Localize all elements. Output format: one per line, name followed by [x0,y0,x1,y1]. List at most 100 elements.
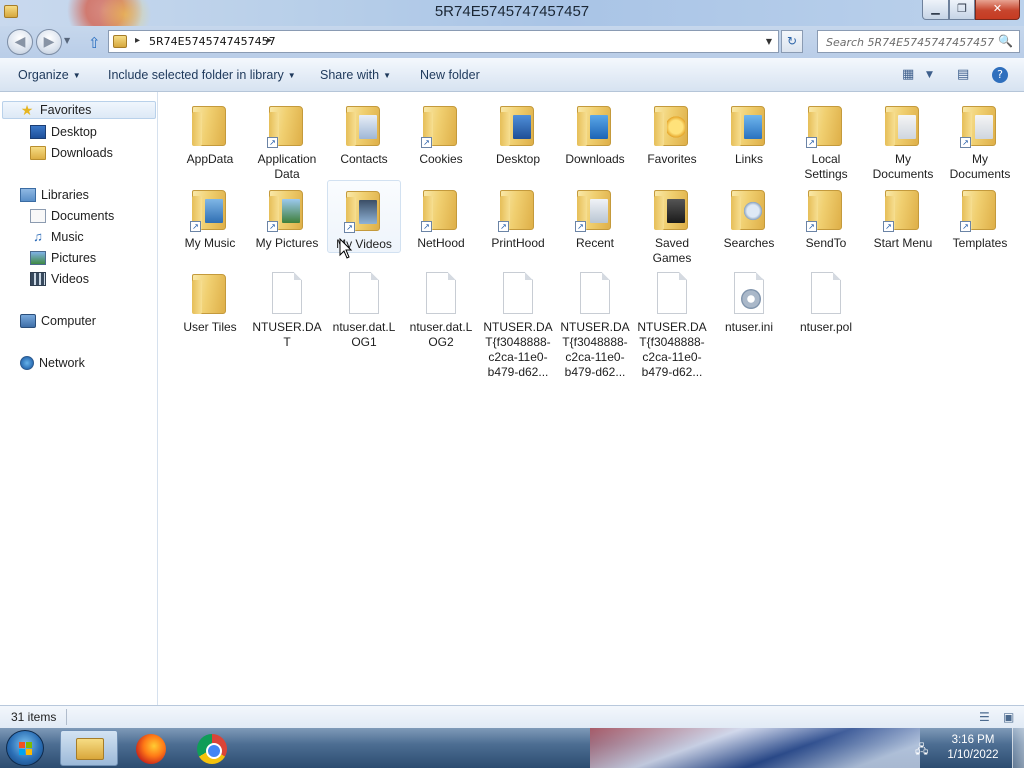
chrome-icon[interactable] [197,734,227,764]
folder-item[interactable]: ↗ NetHood [404,180,478,251]
folder-item[interactable]: ↗ My Documents [943,96,1017,182]
folder-item[interactable]: ↗ Cookies [404,96,478,167]
desktop-icon [30,125,46,139]
details-view-icon[interactable]: ☰ [979,710,990,724]
change-view-icon[interactable]: ▦ [902,67,914,82]
address-bar[interactable]: ▸ 5R74E5745747457457 ▸ ▼ [108,30,779,53]
chevron-right-icon[interactable]: ▸ [267,35,272,46]
shortcut-arrow-icon: ↗ [498,221,509,232]
search-input[interactable]: Search 5R74E5745747457457 🔍 [817,30,1020,53]
folder-item[interactable]: Desktop [481,96,555,167]
large-icons-view-icon[interactable]: ▣ [1003,710,1014,724]
folder-item[interactable]: ↗ My Music [173,180,247,251]
file-item[interactable]: NTUSER.DAT{f3048888-c2ca-11e0-b479-d62..… [558,264,632,380]
up-arrow-icon[interactable]: ⇧ [88,34,101,52]
nav-computer[interactable]: Computer [20,312,96,330]
breadcrumb-current[interactable]: 5R74E5745747457457 [149,35,276,48]
folder-item[interactable]: Links [712,96,786,167]
forward-button[interactable]: ▶ [36,29,62,55]
folder-icon: ↗ [575,186,615,232]
preview-pane-icon[interactable]: ▤ [957,67,969,82]
nav-downloads[interactable]: Downloads [30,144,113,162]
refresh-icon[interactable]: ↻ [781,30,803,53]
file-item[interactable]: NTUSER.DAT{f3048888-c2ca-11e0-b479-d62..… [481,264,555,380]
folder-shape-icon [731,190,765,230]
folder-shape-icon [500,106,534,146]
folder-item[interactable]: ↗ Templates [943,180,1017,251]
nav-libraries[interactable]: Libraries [20,186,89,204]
firefox-icon[interactable] [136,734,166,764]
nav-favorites[interactable]: ★ Favorites [2,101,156,119]
folder-item[interactable]: Saved Games [635,180,709,266]
shortcut-arrow-icon: ↗ [883,221,894,232]
minimize-button[interactable]: ▁ [922,0,949,20]
include-in-library-button[interactable]: Include selected folder in library ▼ [108,68,296,82]
folder-icon: ↗ [960,186,1000,232]
folder-item[interactable]: My Documents [866,96,940,182]
nav-label: Libraries [41,188,89,202]
folder-overlay-icon [898,115,916,139]
folder-item[interactable]: ↗ My Pictures [250,180,324,251]
folder-item[interactable]: ↗ SendTo [789,180,863,251]
file-icon [344,270,384,316]
maximize-button[interactable]: ❐ [949,0,975,20]
file-item[interactable]: NTUSER.DAT{f3048888-c2ca-11e0-b479-d62..… [635,264,709,380]
nav-label: Network [39,356,85,370]
new-folder-label: New folder [420,68,480,82]
file-item[interactable]: ntuser.dat.LOG1 [327,264,401,350]
folder-overlay-icon [667,199,685,223]
taskbar-explorer-button[interactable] [60,730,118,766]
nav-pictures[interactable]: Pictures [30,249,96,267]
folder-icon: ↗ [421,102,461,148]
folder-icon: ↗ [883,186,923,232]
folder-icon: ↗ [190,186,230,232]
folder-item[interactable]: Favorites [635,96,709,167]
help-icon[interactable]: ? [992,67,1008,83]
folder-item[interactable]: ↗ PrintHood [481,180,555,251]
folder-item[interactable]: User Tiles [173,264,247,335]
file-item[interactable]: ntuser.pol [789,264,863,335]
file-item[interactable]: ntuser.dat.LOG2 [404,264,478,350]
nav-videos[interactable]: Videos [30,270,89,288]
folder-item[interactable]: ↗ Start Menu [866,180,940,251]
folder-icon [575,102,615,148]
show-desktop-button[interactable] [1012,728,1024,768]
explorer-folder-icon [76,738,104,760]
new-folder-button[interactable]: New folder [420,68,480,82]
file-item[interactable]: NTUSER.DAT [250,264,324,350]
item-label: Desktop [495,152,541,166]
folder-item[interactable]: ↗ Recent [558,180,632,251]
organize-button[interactable]: Organize ▼ [18,68,81,82]
nav-network[interactable]: Network [20,354,85,372]
file-icon [806,270,846,316]
view-options-chevron-icon[interactable]: ▼ [926,70,933,80]
include-label: Include selected folder in library [108,68,284,82]
nav-documents[interactable]: Documents [30,207,114,225]
folder-item[interactable]: ↗ Application Data [250,96,324,182]
item-label: Start Menu [873,236,933,250]
file-item[interactable]: ntuser.ini [712,264,786,335]
folder-item[interactable]: AppData [173,96,247,167]
shortcut-arrow-icon: ↗ [421,137,432,148]
item-label: Recent [575,236,615,250]
shortcut-arrow-icon: ↗ [575,221,586,232]
folder-item[interactable]: Searches [712,180,786,251]
back-button[interactable]: ◀ [7,29,33,55]
document-icon [503,272,533,314]
search-icon[interactable]: 🔍 [998,34,1013,48]
folder-item[interactable]: Contacts [327,96,401,167]
nav-desktop[interactable]: Desktop [30,123,97,141]
folder-item[interactable]: Downloads [558,96,632,167]
nav-music[interactable]: ♫ Music [30,228,84,246]
recent-pages-chevron-icon[interactable]: ▼ [64,36,70,45]
clock-time: 3:16 PM [951,734,995,746]
start-button[interactable] [6,730,44,766]
document-icon [580,272,610,314]
folder-item[interactable]: ↗ Local Settings [789,96,863,182]
chevron-right-icon[interactable]: ▸ [135,35,140,46]
close-button[interactable]: ✕ [975,0,1020,20]
address-history-chevron-icon[interactable]: ▼ [766,37,772,46]
network-tray-icon[interactable]: 🖧 [915,740,931,756]
clock[interactable]: 3:16 PM 1/10/2022 [940,733,1006,763]
share-with-button[interactable]: Share with ▼ [320,68,391,82]
